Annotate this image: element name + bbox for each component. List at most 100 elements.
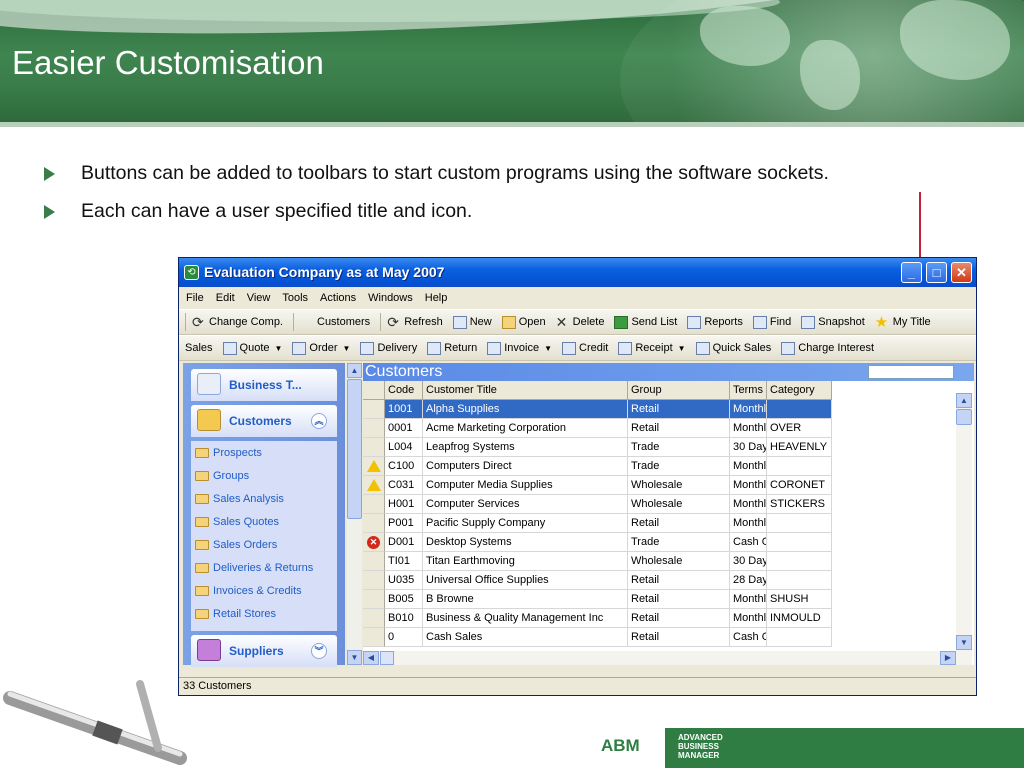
toolbar-button-receipt[interactable]: Receipt ▼ [618, 341, 686, 355]
column-header-code[interactable]: Code [385, 381, 423, 400]
column-header-category[interactable]: Category [767, 381, 832, 400]
table-row[interactable]: 0 Cash Sales Retail Cash O [363, 628, 832, 647]
sidebar-item-invoices-credits[interactable]: Invoices & Credits [191, 579, 337, 602]
toolbar-button-new[interactable]: New [452, 315, 492, 329]
toolbar-button-quick-sales[interactable]: Quick Sales [695, 341, 772, 355]
table-row[interactable]: 0001 Acme Marketing Corporation Retail Mont… [363, 419, 832, 438]
sidebar-item-retail-stores[interactable]: Retail Stores [191, 602, 337, 625]
table-row[interactable]: C100Computers DirectTradeMonthly [363, 457, 832, 476]
cell-code: B010 [385, 609, 423, 628]
scroll-left-arrow-icon[interactable]: ◀ [363, 651, 379, 665]
collapse-chevron-icon[interactable]: ︽ [311, 413, 327, 429]
toolbar-button-sales[interactable]: Sales [185, 342, 213, 354]
sidebar-item-label: Sales Orders [213, 538, 278, 551]
toolbar-button-charge-interest[interactable]: Charge Interest [781, 341, 875, 355]
toolbar-button-credit[interactable]: Credit [562, 341, 608, 355]
toolbar-button-open[interactable]: Open [501, 315, 546, 329]
sidebar-group-business[interactable]: Business T... [191, 369, 337, 401]
menu-item-view[interactable]: View [247, 292, 271, 304]
grid-search-input[interactable] [868, 365, 954, 379]
cell-terms: 28 Day [730, 571, 767, 590]
table-row[interactable]: B005B BrowneRetailMonthlySHUSH [363, 590, 832, 609]
table-row[interactable]: ✕ D001 Desktop Systems Trade Cash O [363, 533, 832, 552]
sidebar-group-suppliers[interactable]: Suppliers ︾ [191, 635, 337, 667]
scroll-thumb[interactable] [956, 409, 972, 425]
refresh-icon: ⟳ [192, 313, 204, 330]
toolbar-button-reports[interactable]: Reports [687, 315, 743, 329]
toolbar-button-label: Customers [317, 316, 371, 328]
menu-item-file[interactable]: File [186, 292, 204, 304]
cell-title: Cash Sales [423, 628, 628, 647]
dropdown-arrow-icon[interactable]: ▼ [544, 344, 552, 353]
cell-code: C100 [385, 457, 423, 476]
toolbar-button-refresh[interactable]: ⟳ Refresh [387, 315, 443, 329]
toolbar-button-label: My Title [892, 316, 931, 328]
table-row[interactable]: L004 Leapfrog Systems Trade 30 Day HEAVENLY [363, 438, 832, 457]
toolbar-button-delete[interactable]: ✕ Delete [556, 315, 605, 329]
menu-item-edit[interactable]: Edit [216, 292, 235, 304]
scroll-down-arrow-icon[interactable]: ▼ [347, 650, 362, 665]
toolbar-button-label: Charge Interest [798, 342, 875, 354]
menu-item-windows[interactable]: Windows [368, 292, 413, 304]
scroll-up-arrow-icon[interactable]: ▲ [956, 393, 972, 408]
toolbar-button-change-comp-[interactable]: ⟳ Change Comp. [192, 313, 283, 330]
sidebar-scrollbar[interactable]: ▲ ▼ [347, 363, 362, 665]
cell-title: Computer Services [423, 495, 628, 514]
table-row[interactable]: B010 Business & Quality Management Inc Ret… [363, 609, 832, 628]
toolbar-button-customers[interactable]: Customers [300, 316, 370, 329]
cell-title: Computer Media Supplies [423, 476, 628, 495]
expand-chevron-icon[interactable]: ︾ [311, 643, 327, 659]
toolbar-button-snapshot[interactable]: Snapshot [801, 315, 865, 329]
table-row[interactable]: TI01 Titan Earthmoving Wholesale 30 Day [363, 552, 832, 571]
cell-group: Retail [628, 400, 730, 419]
sidebar-item-groups[interactable]: Groups [191, 464, 337, 487]
table-row[interactable]: U035 Universal Office Supplies Retail 28 Da… [363, 571, 832, 590]
toolbar-button-send-list[interactable]: Send List [614, 315, 677, 329]
close-button[interactable]: ✕ [951, 262, 972, 283]
sidebar-item-sales-analysis[interactable]: Sales Analysis [191, 487, 337, 510]
sidebar-item-prospects[interactable]: Prospects [191, 441, 337, 464]
toolbar-button-my-title[interactable]: ★ My Title [875, 315, 931, 330]
toolbar-button-order[interactable]: Order ▼ [292, 341, 351, 355]
dropdown-arrow-icon[interactable]: ▼ [343, 344, 351, 353]
toolbar-button-delivery[interactable]: Delivery [360, 341, 417, 355]
menu-item-tools[interactable]: Tools [282, 292, 308, 304]
menu-item-actions[interactable]: Actions [320, 292, 356, 304]
sidebar-group-customers[interactable]: Customers ︽ [191, 405, 337, 437]
dropdown-arrow-icon[interactable]: ▼ [275, 344, 283, 353]
toolbar-button-invoice[interactable]: Invoice ▼ [487, 341, 552, 355]
menu-item-help[interactable]: Help [425, 292, 448, 304]
scroll-thumb[interactable] [380, 651, 394, 665]
column-header-terms[interactable]: Terms [730, 381, 767, 400]
row-indicator [363, 571, 385, 590]
minimize-button[interactable]: _ [901, 262, 922, 283]
dropdown-arrow-icon[interactable]: ▼ [678, 344, 686, 353]
document-icon [695, 341, 710, 355]
toolbar-button-find[interactable]: Find [752, 315, 791, 329]
header-divider [0, 122, 1024, 127]
toolbar-button-return[interactable]: Return [427, 341, 477, 355]
scroll-right-arrow-icon[interactable]: ▶ [940, 651, 956, 665]
toolbar-button-quote[interactable]: Quote ▼ [222, 341, 283, 355]
toolbar-button-label: Quick Sales [712, 342, 772, 354]
grid-horizontal-scrollbar[interactable]: ◀ ▶ [363, 651, 972, 665]
sidebar-item-sales-quotes[interactable]: Sales Quotes [191, 510, 337, 533]
grid-vertical-scrollbar[interactable]: ▲ ▼ [956, 393, 972, 651]
cell-code: 1001 [385, 400, 423, 419]
row-indicator [363, 609, 385, 628]
window-titlebar[interactable]: ⟲ Evaluation Company as at May 2007 _ □ … [179, 258, 976, 287]
column-header-group[interactable]: Group [628, 381, 730, 400]
sidebar-item-deliveries-returns[interactable]: Deliveries & Returns [191, 556, 337, 579]
logo-line: BUSINESS [678, 742, 719, 751]
table-row[interactable]: C031 Computer Media Supplies Wholesale Mont… [363, 476, 832, 495]
maximize-button[interactable]: □ [926, 262, 947, 283]
scroll-up-arrow-icon[interactable]: ▲ [347, 363, 362, 378]
column-header-customer-title[interactable]: Customer Title [423, 381, 628, 400]
table-row[interactable]: 1001Alpha SuppliesRetailMonthly [363, 400, 832, 419]
abm-logo: ABM [595, 728, 665, 768]
sidebar-item-sales-orders[interactable]: Sales Orders [191, 533, 337, 556]
scroll-thumb[interactable] [347, 379, 362, 519]
scroll-down-arrow-icon[interactable]: ▼ [956, 635, 972, 650]
table-row[interactable]: P001Pacific Supply CompanyRetailMonthly [363, 514, 832, 533]
table-row[interactable]: H001Computer ServicesWholesaleMonthlySTI… [363, 495, 832, 514]
